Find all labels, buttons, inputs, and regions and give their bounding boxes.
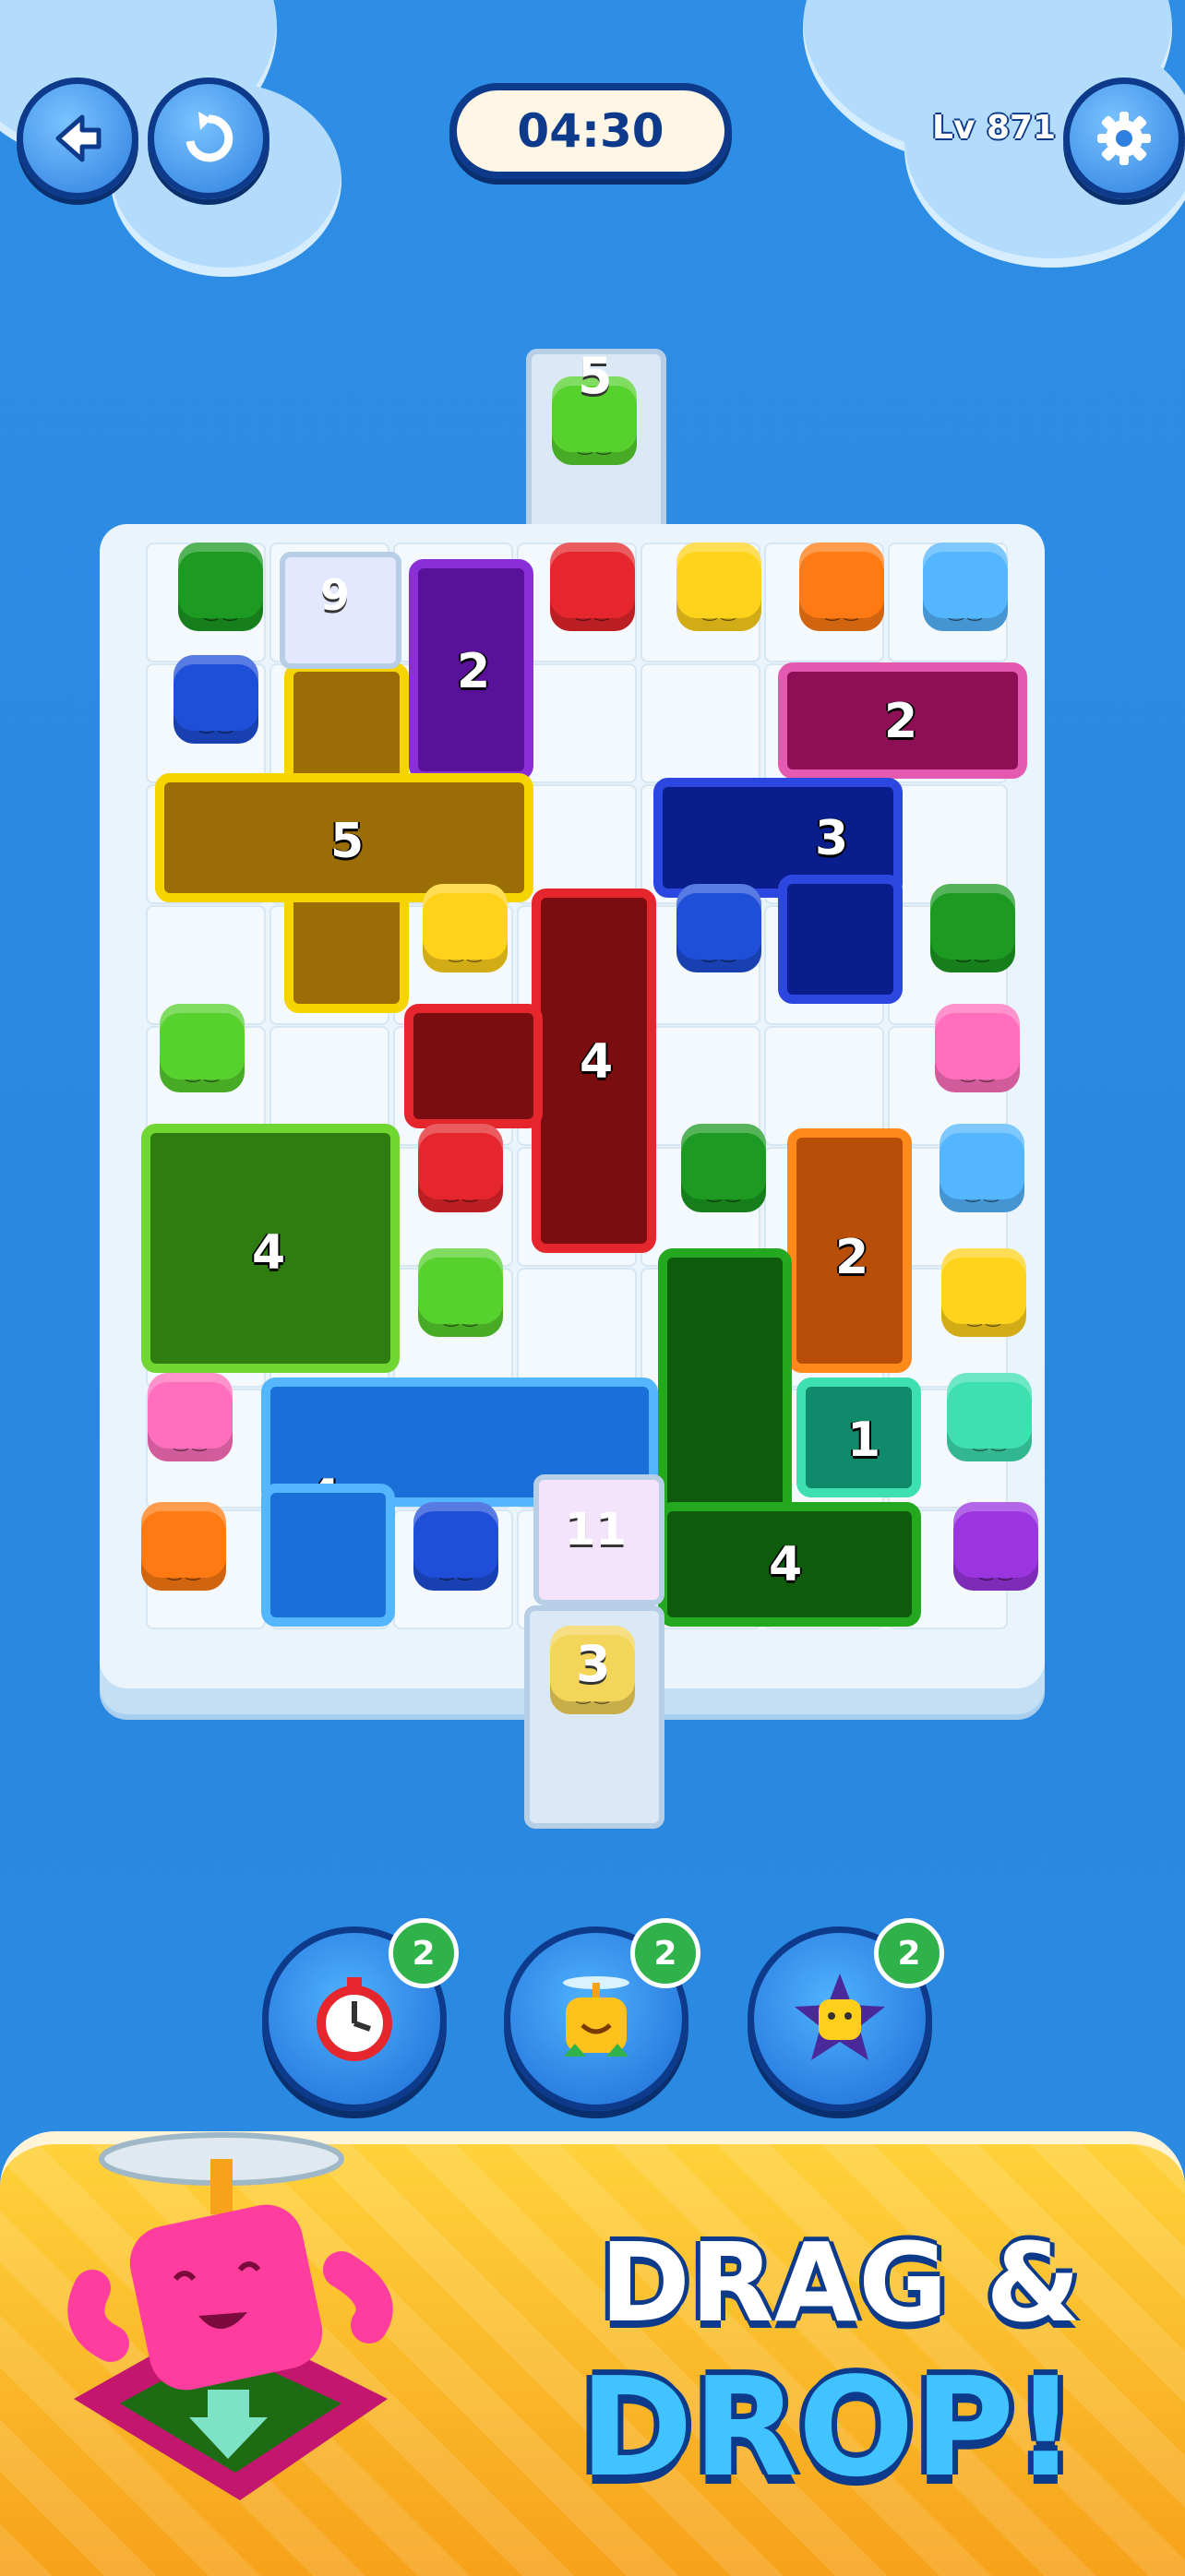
cube-pink[interactable]: [935, 1004, 1020, 1092]
board-cell: [517, 1268, 637, 1388]
banner-title-line2: DROP!: [580, 2348, 1077, 2507]
board-cell: [517, 784, 637, 904]
frozen-block-top: 9: [280, 552, 401, 669]
booster-count-badge: 2: [389, 1918, 459, 1988]
top-gate-count: 5: [578, 347, 613, 405]
cube-blue[interactable]: [174, 655, 258, 744]
restart-icon: [186, 112, 233, 162]
bottom-gate: 3: [524, 1605, 664, 1829]
cube-red[interactable]: [418, 1124, 503, 1212]
cube-yellow[interactable]: [423, 884, 508, 972]
pink-cube-character-icon: [67, 2132, 393, 2500]
teal-piece-count: 1: [847, 1413, 881, 1468]
cube-purple[interactable]: [953, 1502, 1038, 1591]
star-cube-icon: [795, 1974, 885, 2060]
frozen-block-bottom-count: 11: [565, 1504, 627, 1556]
red-t-piece-arm[interactable]: [404, 1004, 543, 1128]
helicopter-booster[interactable]: 2: [504, 1918, 700, 2111]
restart-button[interactable]: [148, 78, 269, 199]
level-label: Lv 871: [932, 109, 1057, 147]
booster-count-badge: 2: [874, 1918, 944, 1988]
board-cell: [640, 663, 760, 783]
frozen-block-bottom: 11: [533, 1474, 664, 1605]
purple-piece[interactable]: 2: [409, 559, 533, 781]
orange-piece-count: 2: [835, 1230, 869, 1285]
green-square-piece-count: 4: [252, 1225, 286, 1281]
timer-display: 04:30: [449, 83, 732, 179]
cube-blue[interactable]: [676, 884, 761, 972]
cube-lightblue[interactable]: [940, 1124, 1024, 1212]
cube-yellow[interactable]: [941, 1248, 1026, 1337]
cube-lightblue[interactable]: [923, 543, 1008, 631]
vacuum-booster[interactable]: 2: [748, 1918, 944, 2111]
purple-piece-count: 2: [457, 644, 491, 699]
cube-yellow[interactable]: [676, 543, 761, 631]
freeze-timer-booster[interactable]: 2: [262, 1918, 459, 2111]
cube-lime[interactable]: [160, 1004, 245, 1092]
stopwatch-icon: [317, 1977, 392, 2061]
back-button[interactable]: [17, 78, 138, 199]
cube-blue[interactable]: [413, 1502, 498, 1591]
banner-title-line1: DRAG &: [600, 2219, 1081, 2346]
booster-count-badge: 2: [630, 1918, 700, 1988]
magenta-piece-count: 2: [884, 694, 918, 749]
cube-lime[interactable]: [418, 1248, 503, 1337]
navy-l-piece-count: 3: [815, 811, 849, 866]
navy-l-piece-leg[interactable]: [778, 875, 903, 1004]
cube-green[interactable]: [930, 884, 1015, 972]
darkgreen-l-piece-foot[interactable]: 4: [658, 1502, 921, 1627]
propeller-cube-icon: [563, 1976, 629, 2057]
cube-orange[interactable]: [799, 543, 884, 631]
red-t-piece[interactable]: 4: [532, 888, 656, 1253]
green-square-piece[interactable]: 4: [141, 1124, 400, 1373]
settings-button[interactable]: [1063, 78, 1185, 199]
frozen-block-top-count: 9: [320, 570, 351, 620]
blue-u-piece-leg[interactable]: [261, 1484, 395, 1627]
puzzle-board: 2 2 5 3 4 4 2 4 1 4 9 11: [100, 524, 1045, 1688]
teal-piece[interactable]: 1: [796, 1377, 921, 1497]
cube-green[interactable]: [681, 1124, 766, 1212]
gear-icon: [1097, 112, 1151, 165]
bottom-gate-count: 3: [576, 1635, 611, 1693]
timer-text: 04:30: [517, 104, 664, 158]
red-t-piece-count: 4: [580, 1034, 614, 1090]
top-gate: 5: [526, 347, 666, 544]
yellow-cross-piece[interactable]: 5: [155, 773, 533, 902]
back-arrow-icon: [55, 114, 102, 162]
cube-red[interactable]: [550, 543, 635, 631]
magenta-piece[interactable]: 2: [778, 662, 1027, 779]
yellow-cross-piece-count: 5: [330, 814, 365, 869]
darkgreen-l-piece-count: 4: [769, 1537, 803, 1592]
cube-orange[interactable]: [141, 1502, 226, 1591]
cube-green[interactable]: [178, 543, 263, 631]
cube-pink[interactable]: [148, 1373, 233, 1461]
orange-piece[interactable]: 2: [787, 1128, 912, 1373]
board-cell: [517, 663, 637, 783]
cube-teal[interactable]: [947, 1373, 1032, 1461]
